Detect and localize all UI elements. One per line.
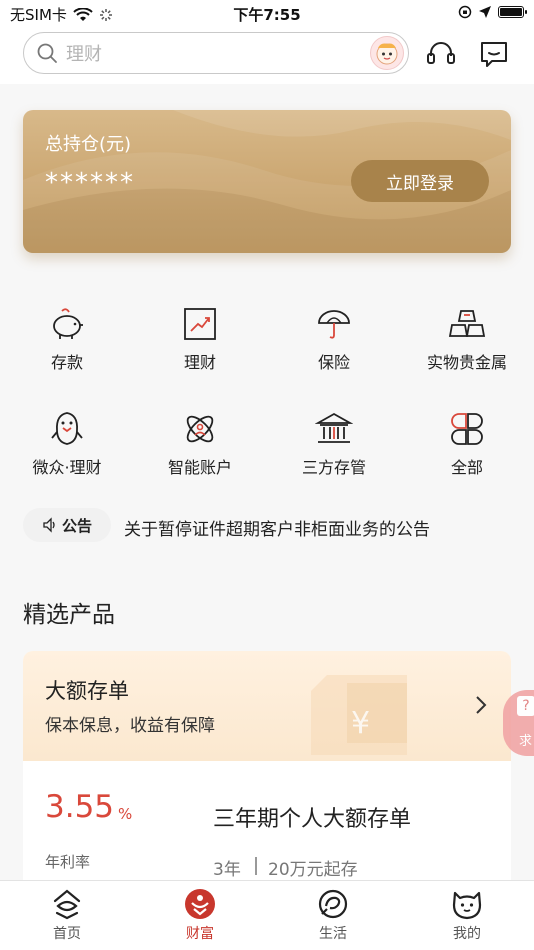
- menu-item-label: 全部: [450, 458, 483, 477]
- gold-bars-icon: [448, 310, 486, 337]
- menu-item-insurance[interactable]: 保险: [274, 305, 394, 373]
- speaker-icon: [43, 517, 55, 533]
- floating-help-label: 求: [519, 734, 533, 749]
- menu-item-webank-wealth[interactable]: 微众·理财: [7, 410, 127, 478]
- menu-item-label: 存款: [50, 353, 83, 372]
- divider: [255, 857, 257, 875]
- penguin-icon: [51, 412, 83, 445]
- product-card[interactable]: ¥ 大额存单 保本保息，收益有保障 3.55 % 年利率 三年期个人大额存单 3…: [23, 651, 511, 891]
- umbrella-icon: [318, 310, 350, 339]
- tab-profile[interactable]: 我的: [422, 887, 512, 943]
- trend-chart-icon: [184, 308, 216, 340]
- product-category-header[interactable]: ¥ 大额存单 保本保息，收益有保障: [23, 651, 511, 761]
- asset-label: 总持仓(元): [45, 134, 132, 155]
- product-min-amount: 20万元起存: [268, 860, 358, 880]
- grid-all-icon: [451, 413, 483, 445]
- section-title: 精选产品: [23, 602, 115, 628]
- tab-bar: 首页 财富 生活 我的: [0, 880, 534, 950]
- login-button[interactable]: 立即登录: [351, 160, 489, 202]
- rotation-lock-icon: [458, 5, 472, 19]
- tab-label: 财富: [186, 926, 214, 942]
- menu-item-wealth[interactable]: 理财: [140, 305, 260, 373]
- atom-icon: [186, 415, 214, 443]
- category-title: 大额存单: [45, 679, 129, 703]
- floating-help-tab[interactable]: ? 求: [503, 690, 534, 756]
- tab-label: 首页: [53, 926, 81, 942]
- status-bar: 无SIM卡 下午7:55: [0, 0, 534, 28]
- battery-icon: [498, 6, 527, 18]
- menu-item-all[interactable]: 全部: [407, 410, 527, 478]
- menu-item-smart-account[interactable]: 智能账户: [140, 410, 260, 478]
- product-name: 三年期个人大额存单: [213, 807, 412, 832]
- menu-item-label: 微众·理财: [32, 458, 102, 477]
- tab-wealth[interactable]: 财富: [155, 887, 245, 943]
- piggy-bank-icon: [53, 308, 83, 339]
- rate-unit: %: [118, 805, 133, 823]
- chevron-right-icon[interactable]: [473, 693, 489, 717]
- message-icon[interactable]: [478, 38, 510, 70]
- notice-text[interactable]: 关于暂停证件超期客户非柜面业务的公告: [124, 515, 430, 540]
- search-placeholder: 理财: [66, 44, 102, 65]
- asset-masked-value: ******: [45, 168, 135, 198]
- life-icon: [318, 889, 348, 919]
- avatar-icon[interactable]: [370, 36, 404, 70]
- tab-home[interactable]: 首页: [22, 887, 112, 943]
- tab-label: 我的: [453, 926, 481, 942]
- profile-icon: [452, 891, 482, 920]
- search-icon: [37, 43, 57, 63]
- menu-item-label: 理财: [183, 353, 216, 372]
- tab-life[interactable]: 生活: [288, 887, 378, 943]
- status-time: 下午7:55: [233, 6, 301, 24]
- header: 理财: [0, 28, 534, 84]
- question-icon: ?: [517, 696, 534, 716]
- svg-text:¥: ¥: [351, 706, 370, 741]
- bank-building-icon: [315, 412, 353, 443]
- rate-label: 年利率: [45, 853, 91, 871]
- location-icon: [479, 6, 491, 18]
- menu-item-label: 三方存管: [301, 458, 366, 477]
- asset-card: 总持仓(元) ****** 立即登录: [23, 110, 511, 253]
- menu-item-label: 实物贵金属: [426, 353, 507, 372]
- search-input[interactable]: 理财: [23, 32, 409, 74]
- rate-value: 3.55: [45, 789, 115, 825]
- tab-label: 生活: [319, 926, 347, 942]
- home-icon: [53, 889, 81, 920]
- menu-item-deposit[interactable]: 存款: [7, 305, 127, 373]
- category-subtitle: 保本保息，收益有保障: [45, 716, 215, 736]
- certificate-icon: ¥: [311, 675, 407, 755]
- menu-item-label: 智能账户: [167, 458, 232, 477]
- menu-item-third-party-custody[interactable]: 三方存管: [274, 410, 394, 478]
- headset-icon[interactable]: [425, 38, 457, 70]
- notice-tag-label: 公告: [61, 516, 92, 535]
- product-term: 3年: [213, 860, 241, 880]
- menu-item-label: 保险: [317, 353, 350, 372]
- menu-item-precious-metal[interactable]: 实物贵金属: [407, 305, 527, 373]
- wealth-icon: [185, 889, 215, 919]
- notice-tag: 公告: [23, 508, 111, 542]
